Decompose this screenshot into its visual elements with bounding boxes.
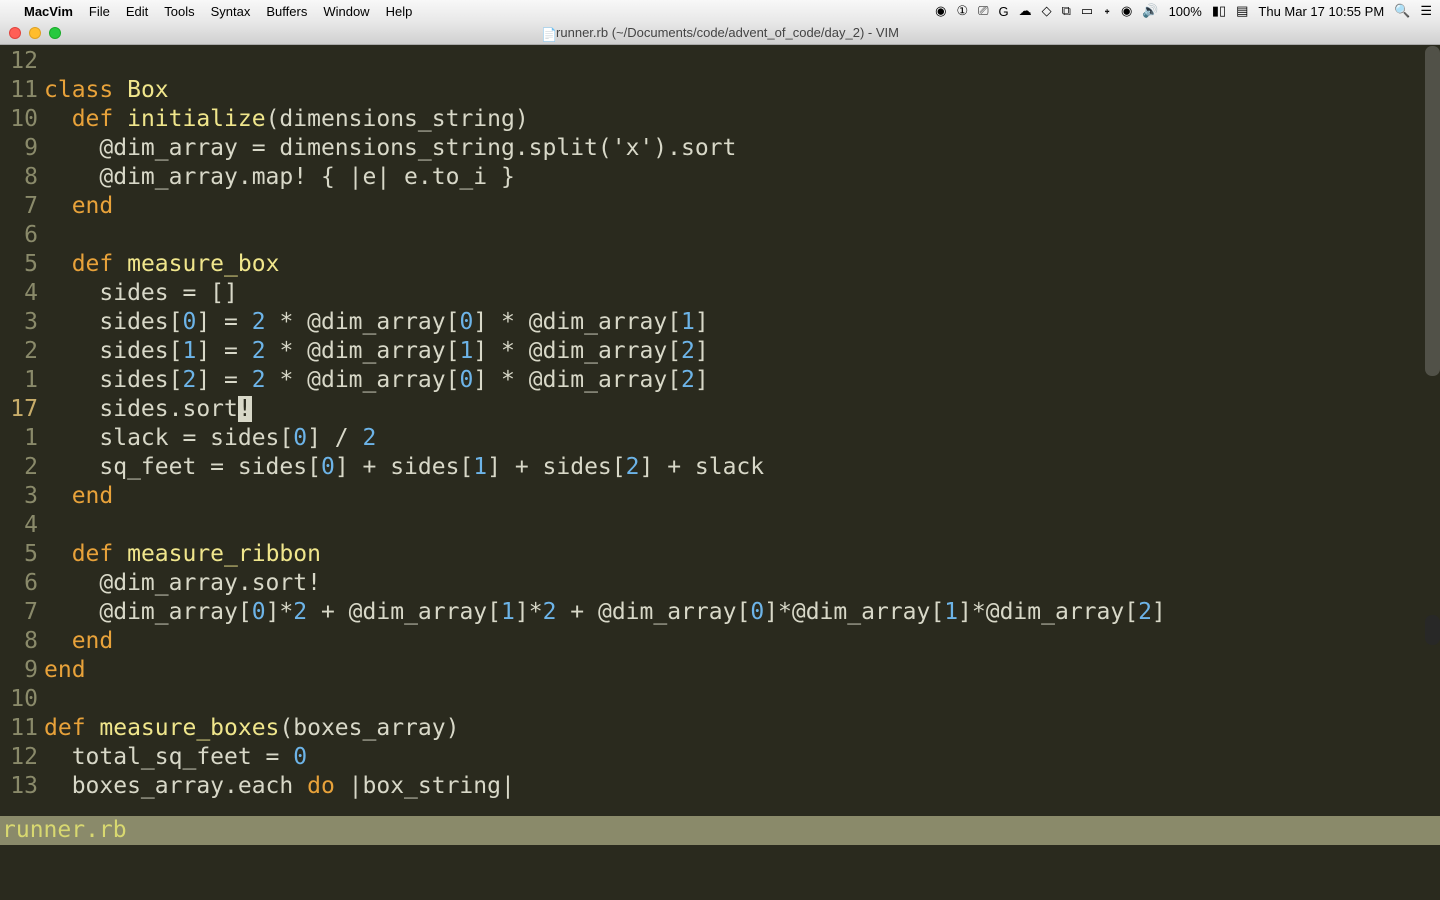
code-line: def measure_ribbon bbox=[44, 540, 1440, 569]
spotlight-icon[interactable]: 🔍 bbox=[1394, 3, 1410, 19]
line-number: 9 bbox=[0, 656, 44, 685]
menu-syntax[interactable]: Syntax bbox=[211, 4, 251, 19]
code-line bbox=[44, 685, 1440, 714]
clock[interactable]: Thu Mar 17 10:55 PM bbox=[1258, 4, 1384, 19]
battery-icon[interactable]: ▮▯ bbox=[1212, 3, 1226, 19]
line-number: 2 bbox=[0, 453, 44, 482]
line-number: 13 bbox=[0, 772, 44, 801]
code-line: sq_feet = sides[0] + sides[1] + sides[2]… bbox=[44, 453, 1440, 482]
line-number: 12 bbox=[0, 47, 44, 76]
line-number: 11 bbox=[0, 76, 44, 105]
maximize-button[interactable] bbox=[49, 27, 61, 39]
code-line: sides.sort! bbox=[44, 395, 1440, 424]
code-line: @dim_array[0]*2 + @dim_array[1]*2 + @dim… bbox=[44, 598, 1440, 627]
minimize-button[interactable] bbox=[29, 27, 41, 39]
current-line-number: 17 bbox=[0, 395, 44, 424]
code-line: slack = sides[0] / 2 bbox=[44, 424, 1440, 453]
macos-menubar: MacVim File Edit Tools Syntax Buffers Wi… bbox=[0, 0, 1440, 22]
editor[interactable]: 12 11 10 9 8 7 6 5 4 3 2 1 17 1 2 3 4 5 … bbox=[0, 45, 1440, 900]
code-line: end bbox=[44, 482, 1440, 511]
line-number: 11 bbox=[0, 714, 44, 743]
line-number: 7 bbox=[0, 598, 44, 627]
line-number: 2 bbox=[0, 337, 44, 366]
battery-percent[interactable]: 100% bbox=[1169, 4, 1202, 19]
line-number: 4 bbox=[0, 511, 44, 540]
status-icon[interactable]: ◉ bbox=[935, 3, 946, 19]
menu-tools[interactable]: Tools bbox=[164, 4, 194, 19]
code-line bbox=[44, 47, 1440, 76]
line-number: 8 bbox=[0, 163, 44, 192]
code-line: sides[1] = 2 * @dim_array[1] * @dim_arra… bbox=[44, 337, 1440, 366]
vim-commandline[interactable] bbox=[0, 845, 1440, 874]
status-icon[interactable]: ◇ bbox=[1042, 3, 1052, 19]
line-number: 8 bbox=[0, 627, 44, 656]
code-line: class Box bbox=[44, 76, 1440, 105]
code-line: sides = [] bbox=[44, 279, 1440, 308]
line-number: 1 bbox=[0, 366, 44, 395]
menu-window[interactable]: Window bbox=[323, 4, 369, 19]
wifi-icon[interactable]: ◉ bbox=[1121, 3, 1132, 19]
document-icon: 📄 bbox=[541, 27, 553, 41]
display-icon[interactable]: ▭ bbox=[1081, 3, 1093, 19]
status-icon[interactable]: G bbox=[999, 4, 1009, 19]
line-number: 5 bbox=[0, 250, 44, 279]
line-number: 3 bbox=[0, 308, 44, 337]
menu-app-name[interactable]: MacVim bbox=[24, 4, 73, 19]
code-line: sides[0] = 2 * @dim_array[0] * @dim_arra… bbox=[44, 308, 1440, 337]
window-title: 📄runner.rb (~/Documents/code/advent_of_c… bbox=[0, 25, 1440, 41]
status-icon[interactable]: ① bbox=[956, 3, 968, 19]
line-number: 10 bbox=[0, 685, 44, 714]
line-number: 10 bbox=[0, 105, 44, 134]
cloud-icon[interactable]: ☁ bbox=[1019, 3, 1032, 19]
menu-buffers[interactable]: Buffers bbox=[266, 4, 307, 19]
code-line: total_sq_feet = 0 bbox=[44, 743, 1440, 772]
line-number: 4 bbox=[0, 279, 44, 308]
code-line: boxes_array.each do |box_string| bbox=[44, 772, 1440, 801]
window-titlebar[interactable]: 📄runner.rb (~/Documents/code/advent_of_c… bbox=[0, 22, 1440, 45]
close-button[interactable] bbox=[9, 27, 21, 39]
status-icon[interactable]: ▤ bbox=[1236, 3, 1248, 19]
code-line: def initialize(dimensions_string) bbox=[44, 105, 1440, 134]
scrollbar-thumb[interactable] bbox=[1425, 615, 1440, 645]
code-line: end bbox=[44, 192, 1440, 221]
line-number: 9 bbox=[0, 134, 44, 163]
code-area[interactable]: class Box def initialize(dimensions_stri… bbox=[44, 45, 1440, 900]
dropbox-icon[interactable]: ⧉ bbox=[1062, 3, 1071, 19]
vim-statusbar: runner.rb bbox=[0, 816, 1440, 845]
code-line bbox=[44, 511, 1440, 540]
menu-file[interactable]: File bbox=[89, 4, 110, 19]
menubar-left: MacVim File Edit Tools Syntax Buffers Wi… bbox=[8, 4, 412, 19]
code-line: def measure_boxes(boxes_array) bbox=[44, 714, 1440, 743]
menu-edit[interactable]: Edit bbox=[126, 4, 148, 19]
code-line: end bbox=[44, 627, 1440, 656]
menu-help[interactable]: Help bbox=[386, 4, 413, 19]
line-number: 7 bbox=[0, 192, 44, 221]
line-number: 3 bbox=[0, 482, 44, 511]
status-icon[interactable]: ⎚ bbox=[978, 3, 988, 19]
notification-icon[interactable]: ☰ bbox=[1420, 3, 1432, 19]
traffic-lights bbox=[0, 27, 61, 39]
line-number: 1 bbox=[0, 424, 44, 453]
code-line: def measure_box bbox=[44, 250, 1440, 279]
line-number: 5 bbox=[0, 540, 44, 569]
code-line: sides[2] = 2 * @dim_array[0] * @dim_arra… bbox=[44, 366, 1440, 395]
line-number-gutter: 12 11 10 9 8 7 6 5 4 3 2 1 17 1 2 3 4 5 … bbox=[0, 45, 44, 900]
scrollbar[interactable] bbox=[1425, 46, 1440, 376]
code-line: @dim_array = dimensions_string.split('x'… bbox=[44, 134, 1440, 163]
line-number: 6 bbox=[0, 569, 44, 598]
volume-icon[interactable]: 🔊 bbox=[1142, 3, 1158, 19]
code-line: @dim_array.sort! bbox=[44, 569, 1440, 598]
menubar-right: ◉ ① ⎚ G ☁ ◇ ⧉ ▭ ᛭ ◉ 🔊 100% ▮▯ ▤ Thu Mar … bbox=[935, 3, 1432, 19]
code-line bbox=[44, 221, 1440, 250]
bluetooth-icon[interactable]: ᛭ bbox=[1103, 4, 1111, 19]
line-number: 12 bbox=[0, 743, 44, 772]
code-line: end bbox=[44, 656, 1440, 685]
cursor: ! bbox=[238, 396, 252, 422]
code-line: @dim_array.map! { |e| e.to_i } bbox=[44, 163, 1440, 192]
line-number: 6 bbox=[0, 221, 44, 250]
